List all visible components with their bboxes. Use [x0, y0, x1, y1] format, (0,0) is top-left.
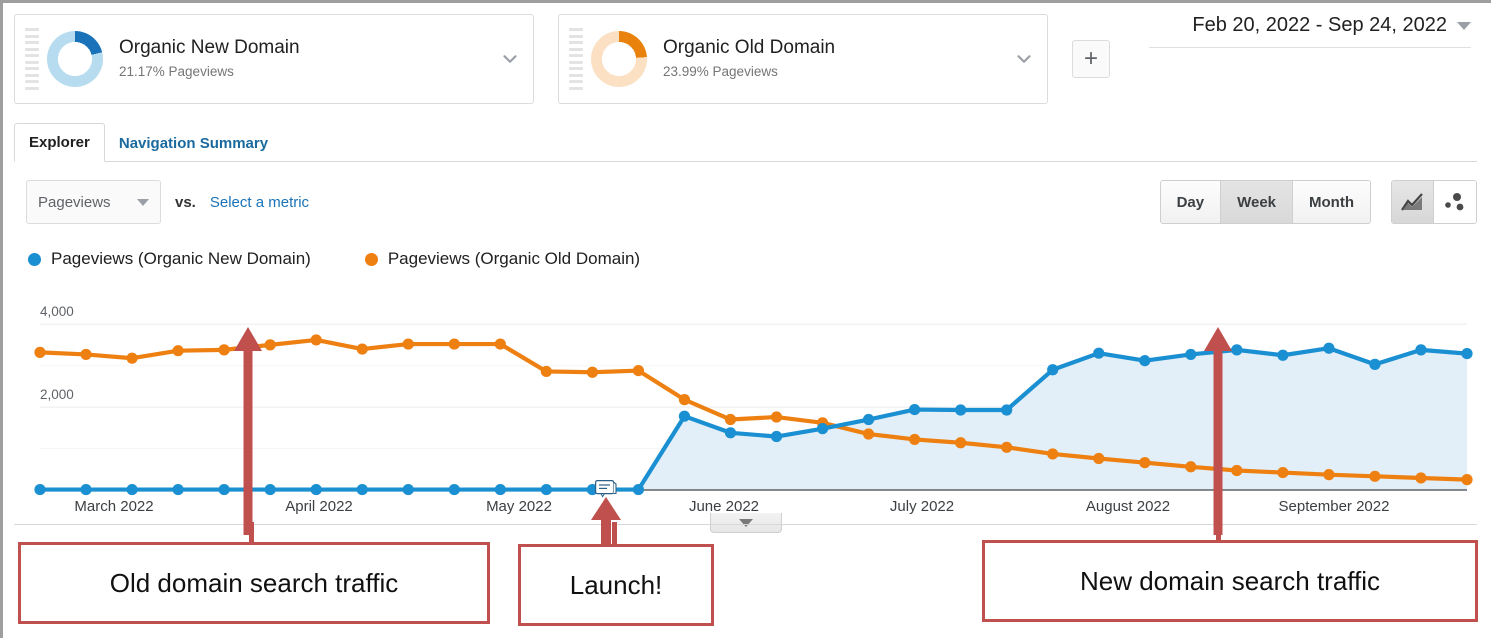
chevron-down-icon[interactable]	[1013, 48, 1035, 70]
date-range-picker[interactable]: Feb 20, 2022 - Sep 24, 2022	[1149, 14, 1471, 48]
callout-launch: Launch!	[518, 544, 714, 626]
chart-expander-button[interactable]	[710, 513, 782, 533]
segment-donut-icon	[47, 31, 103, 87]
callout-label: New domain search traffic	[1079, 565, 1381, 596]
line-chart-icon[interactable]	[1392, 181, 1434, 223]
granularity-week[interactable]: Week	[1221, 181, 1294, 223]
tab-explorer[interactable]: Explorer	[14, 123, 105, 162]
y-axis-tick-2000: 2,000	[40, 387, 74, 403]
select-a-metric-link[interactable]: Select a metric	[210, 194, 309, 211]
granularity-toggle-group: Day Week Month	[1159, 180, 1371, 224]
chevron-down-icon	[137, 198, 149, 206]
segment-organic-new-domain[interactable]: Organic New Domain 21.17% Pageviews	[14, 14, 534, 104]
vs-label: vs.	[175, 193, 196, 211]
legend-label: Pageviews (Organic New Domain)	[51, 249, 311, 268]
segment-text: Organic New Domain 21.17% Pageviews	[119, 36, 300, 82]
date-range-label: Feb 20, 2022 - Sep 24, 2022	[1192, 14, 1447, 36]
tab-navigation-summary[interactable]: Navigation Summary	[105, 125, 282, 162]
segment-metric: 21.17% Pageviews	[119, 64, 234, 79]
segment-text: Organic Old Domain 23.99% Pageviews	[663, 36, 835, 82]
report-tabs: Explorer Navigation Summary	[14, 122, 1477, 162]
granularity-day[interactable]: Day	[1160, 181, 1222, 223]
granularity-month[interactable]: Month	[1293, 181, 1370, 223]
x-axis-tick-april: April 2022	[285, 498, 353, 515]
legend-swatch-icon	[28, 252, 41, 266]
analytics-report-page: Organic New Domain 21.17% Pageviews Orga…	[0, 0, 1491, 638]
annotation-arrow-old-domain	[234, 327, 262, 535]
segment-metric: 23.99% Pageviews	[663, 64, 778, 79]
legend-item-new-domain[interactable]: Pageviews (Organic New Domain)	[28, 249, 311, 269]
annotation-arrow-new-domain	[1204, 327, 1232, 535]
chart-legend: Pageviews (Organic New Domain) Pageviews…	[28, 249, 640, 269]
x-axis-tick-may: May 2022	[486, 498, 552, 515]
chevron-down-icon	[1457, 21, 1471, 30]
chart-toolbar: Day Week Month	[1159, 180, 1477, 224]
add-segment-button[interactable]: +	[1072, 40, 1110, 78]
chevron-down-icon	[739, 518, 753, 527]
y-axis-tick-4000: 4,000	[40, 304, 74, 320]
callout-label: Launch!	[569, 569, 663, 600]
segment-title: Organic New Domain	[119, 37, 300, 58]
segment-bars-icon	[25, 28, 39, 90]
chart-type-group	[1391, 180, 1477, 224]
callout-stem	[612, 522, 617, 544]
legend-swatch-icon	[364, 252, 378, 266]
x-axis-tick-september: September 2022	[1278, 498, 1390, 515]
x-axis-tick-august: August 2022	[1085, 498, 1171, 515]
window-top-border	[0, 0, 1491, 3]
x-axis-tick-july: July 2022	[889, 498, 955, 515]
callout-old-domain-search-traffic: Old domain search traffic	[18, 542, 490, 624]
x-axis-tick-march: March 2022	[74, 498, 154, 515]
legend-label: Pageviews (Organic Old Domain)	[387, 249, 641, 268]
chevron-down-icon[interactable]	[499, 48, 521, 70]
segment-donut-icon	[591, 31, 647, 87]
callout-stem	[249, 522, 254, 544]
motion-chart-icon[interactable]	[1434, 181, 1476, 223]
metric-select-label: Pageviews	[38, 193, 111, 211]
callout-new-domain-search-traffic: New domain search traffic	[982, 540, 1478, 622]
segment-organic-old-domain[interactable]: Organic Old Domain 23.99% Pageviews	[558, 14, 1048, 104]
segment-bars-icon	[569, 28, 583, 90]
legend-item-old-domain[interactable]: Pageviews (Organic Old Domain)	[364, 249, 641, 269]
window-left-border	[0, 0, 3, 638]
metric-selector-row: Pageviews vs. Select a metric	[26, 180, 309, 224]
metric-select[interactable]: Pageviews	[26, 180, 161, 224]
segment-title: Organic Old Domain	[663, 37, 836, 58]
segment-bar: Organic New Domain 21.17% Pageviews Orga…	[14, 14, 1110, 104]
callout-label: Old domain search traffic	[109, 567, 399, 598]
